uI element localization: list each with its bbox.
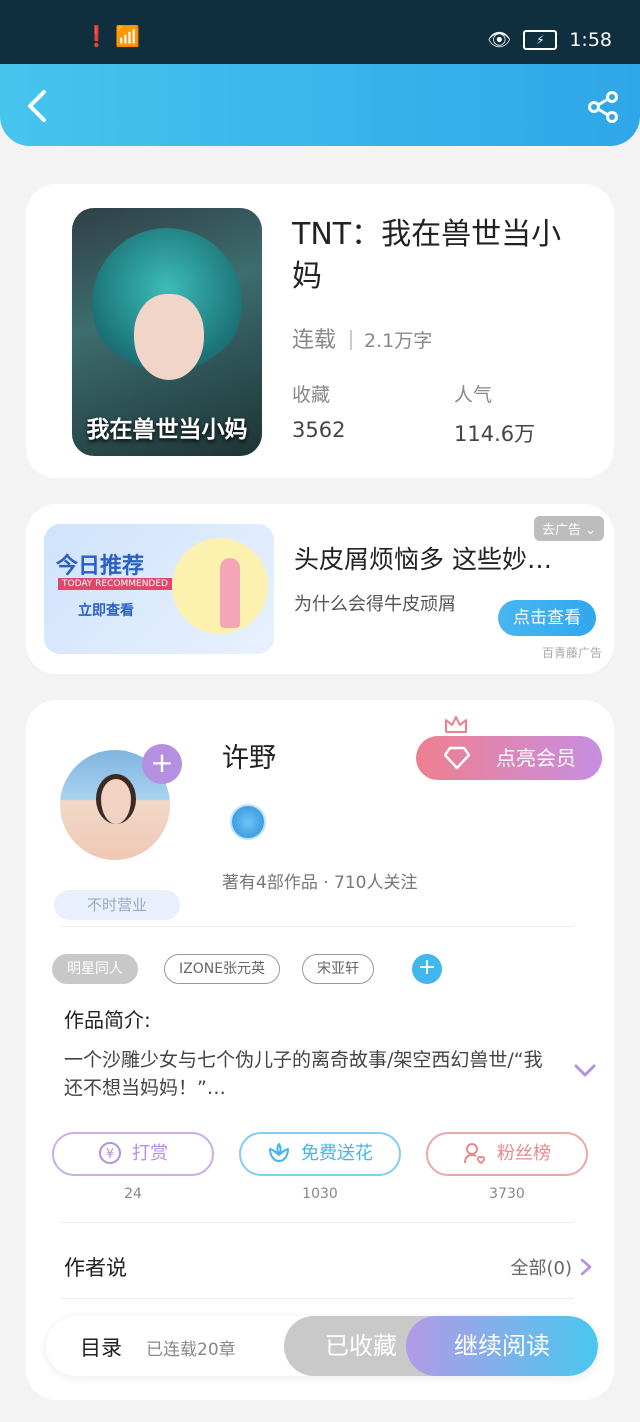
add-tag-button[interactable]: + xyxy=(412,954,442,984)
status-time: 1:58 xyxy=(569,28,612,51)
book-info-card: 我在兽世当小妈 TNT：我在兽世当小妈 连载 2.1万字 收藏 3562 人气 1… xyxy=(26,184,614,478)
stat-value-popularity: 114.6万 xyxy=(454,422,536,446)
book-cover[interactable]: 我在兽世当小妈 xyxy=(72,208,262,456)
author-stats: 著有4部作品 · 710人关注 xyxy=(222,873,418,893)
reward-button[interactable]: ¥ 打赏 xyxy=(52,1132,214,1176)
book-title: TNT：我在兽世当小妈 xyxy=(292,217,562,294)
status-right: 👁 ⚡ 1:58 xyxy=(487,28,612,52)
status-left: ❗ 📶 xyxy=(84,24,140,48)
fan-ranking-button[interactable]: 粉丝榜 xyxy=(426,1132,588,1176)
svg-text:¥: ¥ xyxy=(106,1147,114,1162)
author-card: + 不时营业 许野 点亮会员 著有4部作品 · 710人关注 明星同人 IZON… xyxy=(26,700,614,1400)
fan-ranking-label: 粉丝榜 xyxy=(497,1143,551,1164)
divider xyxy=(60,1222,574,1223)
book-word-count: 2.1万字 xyxy=(364,330,433,352)
fan-count: 3730 xyxy=(489,1186,525,1202)
vip-button[interactable]: 点亮会员 xyxy=(416,736,602,780)
vip-button-label: 点亮会员 xyxy=(496,746,576,770)
send-flower-label: 免费送花 xyxy=(301,1143,373,1164)
remove-ad-label: 去广告 xyxy=(541,523,581,538)
yen-coin-icon: ¥ xyxy=(99,1142,121,1164)
reward-count: 24 xyxy=(124,1186,142,1202)
alert-icon: ❗ xyxy=(84,24,109,48)
author-name[interactable]: 许野 xyxy=(222,736,276,775)
ad-image-title: 今日推荐 xyxy=(56,554,145,579)
ad-description: 为什么会得牛皮顽屑 xyxy=(294,594,456,615)
flower-count: 1030 xyxy=(302,1186,338,1202)
chapter-count[interactable]: 已连载20章 xyxy=(146,1335,236,1360)
send-flower-button[interactable]: 免费送花 xyxy=(239,1132,401,1176)
intro-text: 一个沙雕少女与七个伪儿子的离奇故事/架空西幻兽世/“我还不想当妈妈！”… xyxy=(64,1049,543,1099)
eye-icon: 👁 xyxy=(487,29,512,51)
tag-item[interactable]: 宋亚轩 xyxy=(302,954,374,984)
ad-image-figure xyxy=(220,558,240,628)
expand-chevron-icon[interactable] xyxy=(574,1064,596,1078)
author-says-label: 作者说 xyxy=(64,1256,127,1280)
top-header xyxy=(0,64,640,146)
remove-ad-button[interactable]: 去广告 ⌄ xyxy=(533,516,604,541)
tag-item[interactable]: 明星同人 xyxy=(52,954,138,984)
author-status-badge: 不时营业 xyxy=(54,890,180,920)
wifi-icon: 📶 xyxy=(115,24,141,48)
crown-icon xyxy=(445,716,467,733)
ad-view-button[interactable]: 点击查看 xyxy=(498,600,596,636)
bottom-action-bar: 目录 已连载20章 已收藏 继续阅读 xyxy=(46,1316,598,1376)
author-says-all-label: 全部(0) xyxy=(510,1258,573,1279)
intro-label: 作品简介: xyxy=(64,1008,151,1032)
cover-face xyxy=(134,294,204,380)
battery-icon: ⚡ xyxy=(523,29,558,50)
cover-title: 我在兽世当小妈 xyxy=(86,417,248,443)
toc-button[interactable]: 目录 xyxy=(80,1332,122,1362)
continue-reading-button[interactable]: 继续阅读 xyxy=(406,1316,598,1376)
ad-card[interactable]: 今日推荐 TODAY RECOMMENDED 立即查看 去广告 ⌄ 头皮屑烦恼多… xyxy=(26,504,614,674)
reward-label: 打赏 xyxy=(132,1143,168,1164)
ad-image-cta: 立即查看 xyxy=(78,603,134,619)
back-icon[interactable] xyxy=(22,86,52,126)
stat-label-favorites: 收藏 xyxy=(292,384,331,406)
book-status: 连载 xyxy=(292,328,337,353)
flower-icon xyxy=(269,1143,289,1162)
author-medal-icon[interactable] xyxy=(230,804,266,840)
avatar-figure xyxy=(96,774,136,824)
tag-item[interactable]: IZONE张元英 xyxy=(164,954,281,984)
fan-heart-icon xyxy=(464,1143,486,1165)
stat-label-popularity: 人气 xyxy=(454,384,493,406)
ad-image-subtitle: TODAY RECOMMENDED xyxy=(58,578,172,590)
diamond-icon xyxy=(444,746,470,770)
status-bar: ❗ 📶 👁 ⚡ 1:58 xyxy=(0,0,640,64)
book-meta: 连载 2.1万字 xyxy=(292,322,432,354)
ad-title[interactable]: 头皮屑烦恼多 这些妙… xyxy=(294,540,584,576)
author-says-all-link[interactable]: 全部(0) xyxy=(511,1254,593,1280)
ad-image[interactable]: 今日推荐 TODAY RECOMMENDED 立即查看 xyxy=(44,524,274,654)
divider xyxy=(60,1298,574,1299)
follow-plus-icon[interactable]: + xyxy=(142,744,182,784)
meta-divider xyxy=(350,330,353,350)
stat-value-favorites: 3562 xyxy=(292,418,346,442)
ad-source: 百青藤广告 xyxy=(541,646,602,660)
share-icon[interactable] xyxy=(586,90,620,124)
divider xyxy=(60,926,574,927)
chevron-right-icon xyxy=(580,1258,592,1276)
